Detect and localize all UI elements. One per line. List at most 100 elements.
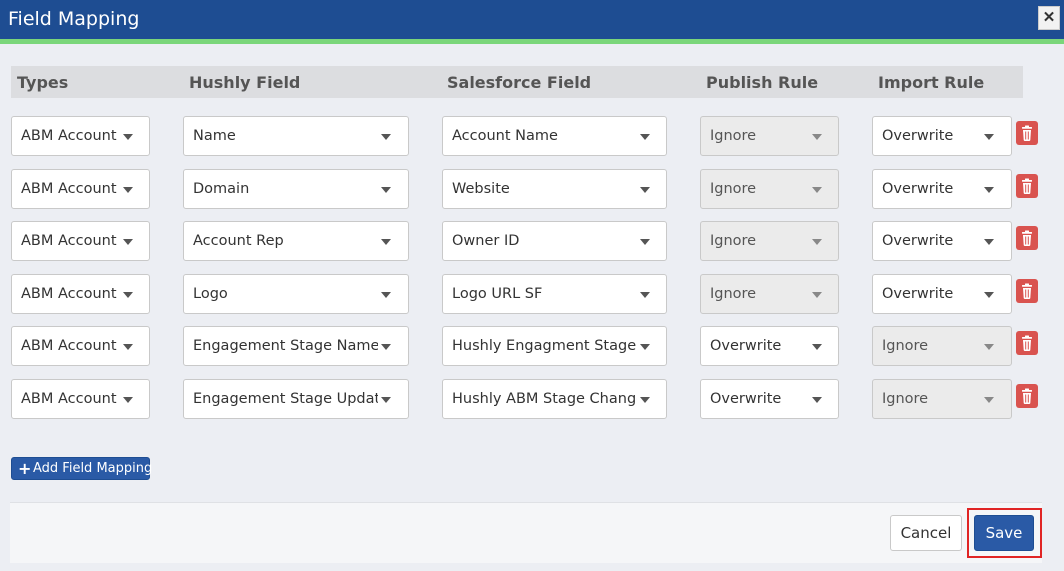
chevron-down-icon [984, 187, 994, 193]
salesforce-field-select-value: Hushly ABM Stage Change Date [452, 391, 637, 407]
trash-icon [1016, 335, 1038, 359]
header-publish-rule: Publish Rule [706, 73, 819, 92]
chevron-down-icon [640, 292, 650, 298]
publish-rule-select: Ignore [700, 116, 839, 156]
delete-mapping-button[interactable] [1016, 174, 1038, 198]
dialog-footer: Cancel Save [10, 502, 1042, 563]
chevron-down-icon [640, 397, 650, 403]
add-field-mapping-button[interactable]: + Add Field Mapping [11, 457, 152, 480]
hushly-field-select-value: Account Rep [193, 233, 284, 249]
chevron-down-icon [123, 344, 133, 350]
type-select-value: ABM Account [21, 286, 117, 302]
salesforce-field-select[interactable]: Account Name [442, 116, 667, 156]
chevron-down-icon [812, 239, 822, 245]
delete-mapping-button[interactable] [1016, 226, 1038, 250]
table-header: Types Hushly Field Salesforce Field Publ… [11, 66, 1023, 98]
chevron-down-icon [812, 134, 822, 140]
hushly-field-select-value: Logo [193, 286, 228, 302]
hushly-field-select-value: Engagement Stage Name [193, 338, 378, 354]
publish-rule-select-value: Ignore [710, 286, 757, 302]
chevron-down-icon [123, 397, 133, 403]
delete-mapping-button[interactable] [1016, 121, 1038, 145]
dialog-title: Field Mapping [8, 8, 140, 30]
hushly-field-select[interactable]: Domain [183, 169, 409, 209]
publish-rule-select: Ignore [700, 221, 839, 261]
delete-mapping-button[interactable] [1016, 331, 1038, 355]
publish-rule-select: Ignore [700, 274, 839, 314]
salesforce-field-select[interactable]: Owner ID [442, 221, 667, 261]
hushly-field-select[interactable]: Account Rep [183, 221, 409, 261]
delete-mapping-button[interactable] [1016, 384, 1038, 408]
chevron-down-icon [381, 292, 391, 298]
chevron-down-icon [381, 239, 391, 245]
header-import-rule: Import Rule [878, 73, 985, 92]
publish-rule-select-value: Ignore [710, 233, 757, 249]
chevron-down-icon [123, 187, 133, 193]
chevron-down-icon [812, 292, 822, 298]
close-button[interactable]: ✕ [1038, 6, 1060, 30]
chevron-down-icon [123, 292, 133, 298]
chevron-down-icon [381, 134, 391, 140]
publish-rule-select-value: Overwrite [710, 338, 782, 354]
salesforce-field-select[interactable]: Logo URL SF [442, 274, 667, 314]
salesforce-field-select-value: Account Name [452, 128, 558, 144]
type-select-value: ABM Account [21, 338, 117, 354]
import-rule-select[interactable]: Overwrite [872, 169, 1012, 209]
import-rule-select-value: Overwrite [882, 181, 954, 197]
import-rule-select-value: Ignore [882, 338, 929, 354]
import-rule-select[interactable]: Overwrite [872, 116, 1012, 156]
dialog-title-bar: Field Mapping ✕ [0, 0, 1064, 39]
cancel-button[interactable]: Cancel [890, 515, 962, 551]
header-salesforce-field: Salesforce Field [447, 73, 592, 92]
chevron-down-icon [123, 134, 133, 140]
trash-icon [1016, 178, 1038, 202]
chevron-down-icon [640, 134, 650, 140]
import-rule-select[interactable]: Overwrite [872, 221, 1012, 261]
mapping-row: ABM Account Account Rep Owner ID Ignore Over… [0, 221, 1064, 261]
salesforce-field-select[interactable]: Hushly Engagment Stage [442, 326, 667, 366]
salesforce-field-select-value: Logo URL SF [452, 286, 543, 302]
mapping-row: ABM Account Name Account Name Ignore Overwri… [0, 116, 1064, 156]
type-select[interactable]: ABM Account [11, 169, 150, 209]
close-icon: ✕ [1042, 9, 1056, 26]
chevron-down-icon [984, 344, 994, 350]
hushly-field-select[interactable]: Engagement Stage Updated On [183, 379, 409, 419]
publish-rule-select[interactable]: Overwrite [700, 326, 839, 366]
chevron-down-icon [640, 239, 650, 245]
type-select[interactable]: ABM Account [11, 274, 150, 314]
publish-rule-select-value: Overwrite [710, 391, 782, 407]
chevron-down-icon [984, 239, 994, 245]
chevron-down-icon [984, 397, 994, 403]
mapping-row: ABM Account Domain Website Ignore Overwrite [0, 169, 1064, 209]
publish-rule-select[interactable]: Overwrite [700, 379, 839, 419]
type-select[interactable]: ABM Account [11, 379, 150, 419]
delete-mapping-button[interactable] [1016, 279, 1038, 303]
publish-rule-select: Ignore [700, 169, 839, 209]
type-select[interactable]: ABM Account [11, 326, 150, 366]
chevron-down-icon [640, 187, 650, 193]
type-select-value: ABM Account [21, 128, 117, 144]
chevron-down-icon [984, 134, 994, 140]
import-rule-select[interactable]: Overwrite [872, 274, 1012, 314]
hushly-field-select[interactable]: Name [183, 116, 409, 156]
type-select-value: ABM Account [21, 233, 117, 249]
hushly-field-select-value: Name [193, 128, 236, 144]
type-select[interactable]: ABM Account [11, 221, 150, 261]
chevron-down-icon [812, 397, 822, 403]
salesforce-field-select-value: Owner ID [452, 233, 520, 249]
chevron-down-icon [123, 239, 133, 245]
type-select[interactable]: ABM Account [11, 116, 150, 156]
salesforce-field-select[interactable]: Hushly ABM Stage Change Date [442, 379, 667, 419]
hushly-field-select-value: Domain [193, 181, 250, 197]
mapping-row: ABM Account Engagement Stage Updated On Hu… [0, 379, 1064, 419]
save-button[interactable]: Save [974, 515, 1034, 551]
hushly-field-select[interactable]: Engagement Stage Name [183, 326, 409, 366]
salesforce-field-select[interactable]: Website [442, 169, 667, 209]
import-rule-select: Ignore [872, 379, 1012, 419]
import-rule-select-value: Overwrite [882, 233, 954, 249]
hushly-field-select[interactable]: Logo [183, 274, 409, 314]
trash-icon [1016, 283, 1038, 307]
chevron-down-icon [381, 397, 391, 403]
mapping-row: ABM Account Logo Logo URL SF Ignore Overwrit… [0, 274, 1064, 314]
trash-icon [1016, 230, 1038, 254]
